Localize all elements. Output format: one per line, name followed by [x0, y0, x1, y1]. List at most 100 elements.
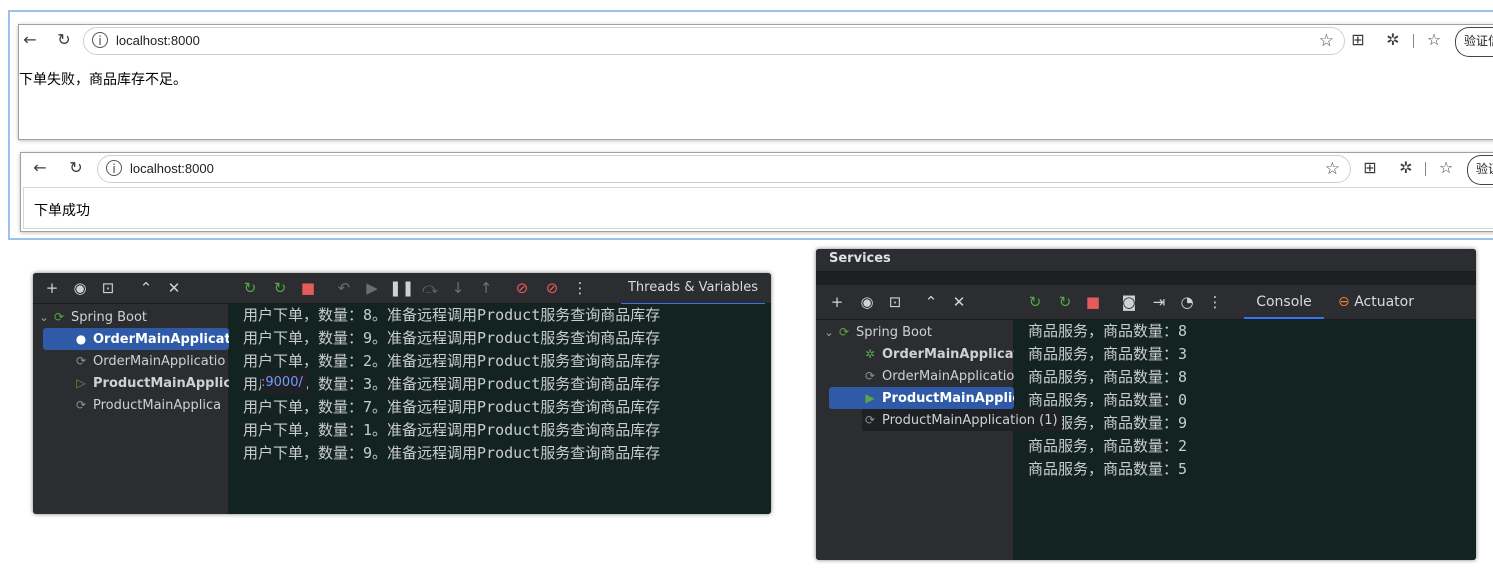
- favorites-icon[interactable]: ☆: [1435, 157, 1457, 179]
- step-over-icon[interactable]: ⤼: [419, 277, 441, 299]
- console-line: 用户下单，数量：7。准备远程调用Product服务查询商品库存: [243, 398, 661, 416]
- eye-icon[interactable]: ◉: [856, 291, 878, 313]
- spring-app-icon: ⟳: [864, 369, 876, 383]
- order-success-message: 下单成功: [34, 203, 90, 219]
- tree-item-spring-boot[interactable]: ⌄ ⟳ Spring Boot: [37, 306, 147, 328]
- step-into-icon[interactable]: ↓: [447, 277, 469, 299]
- run-icon: ▶: [865, 391, 875, 405]
- order-console-output: 用户下单，数量：8。准备远程调用Product服务查询商品库存 用户下单，数量：…: [229, 304, 771, 514]
- tree-item-spring-boot[interactable]: ⌄ ⟳ Spring Boot: [822, 321, 932, 343]
- more-options-icon[interactable]: ⋮: [569, 277, 591, 299]
- page-content: 下单成功: [23, 187, 1493, 229]
- extensions-icon[interactable]: ✲: [1382, 29, 1404, 51]
- add-icon[interactable]: +: [826, 291, 848, 313]
- browser-window-1: ← ↻ i localhost:8000 ☆ ⊞ ✲ ☆ 验证信 下单失败，商品…: [18, 24, 1493, 140]
- panel-title: Services: [829, 251, 891, 266]
- console-line: 商品服务，商品数量：8: [1028, 368, 1188, 386]
- add-icon[interactable]: +: [41, 277, 63, 299]
- spring-app-icon: ⟳: [75, 398, 87, 412]
- breakpoints-icon[interactable]: ⊘: [511, 277, 533, 299]
- mute-breakpoints-icon[interactable]: ⊘: [541, 277, 563, 299]
- rerun-failed-icon[interactable]: ↻: [1054, 291, 1076, 313]
- translate-icon[interactable]: ⊞: [1347, 29, 1369, 51]
- tree-item-order-main-2[interactable]: ⟳ OrderMainApplicatio: [862, 365, 1014, 387]
- console-line: 用户下单，数量：2。准备远程调用Product服务查询商品库存: [243, 352, 661, 370]
- url-text: localhost:8000: [116, 33, 200, 48]
- port-hint[interactable]: :9000/: [261, 372, 307, 394]
- verify-button[interactable]: 验证: [1467, 155, 1493, 185]
- spring-app-icon: ⟳: [864, 413, 876, 427]
- site-info-icon[interactable]: i: [92, 32, 108, 48]
- url-text: localhost:8000: [130, 161, 214, 176]
- exit-icon[interactable]: ⇥: [1148, 291, 1170, 313]
- address-bar[interactable]: i localhost:8000 ☆: [83, 27, 1345, 55]
- verify-button[interactable]: 验证信: [1455, 27, 1493, 57]
- collapse-all-icon[interactable]: ✕: [948, 291, 970, 313]
- eye-icon[interactable]: ◉: [69, 277, 91, 299]
- bookmark-star-icon[interactable]: ☆: [1325, 158, 1340, 180]
- reload-icon[interactable]: ↻: [53, 29, 75, 51]
- services-toolbar: + ◉ ⊡ ⌃ ✕ ↻ ↻ ■ ◙ ⇥ ◔ ⋮ Console ⊖ Actuat…: [816, 285, 1476, 320]
- pause-icon[interactable]: ❚❚: [389, 277, 414, 299]
- console-line: 商品服务，商品数量：2: [1028, 437, 1188, 455]
- tab-threads-variables[interactable]: Threads & Variables: [621, 273, 765, 305]
- rerun-icon[interactable]: ↻: [239, 277, 261, 299]
- tree-item-product-main-1[interactable]: ▶ ProductMainApplica: [829, 387, 1029, 409]
- step-out-icon[interactable]: ↑: [475, 277, 497, 299]
- expand-all-icon[interactable]: ⌃: [920, 291, 942, 313]
- tree-item-product-main-2[interactable]: ⟳ ProductMainApplication (1): [862, 409, 1062, 431]
- browser-toolbar: ← ↻ i localhost:8000 ☆ ⊞ ✲ ☆ 验证: [21, 153, 1493, 185]
- tab-console[interactable]: Console: [1244, 287, 1324, 319]
- console-line: 商品服务，商品数量：3: [1028, 345, 1188, 363]
- gauge-icon[interactable]: ◔: [1176, 291, 1198, 313]
- address-bar[interactable]: i localhost:8000 ☆: [97, 155, 1351, 183]
- undo-icon[interactable]: ↶: [333, 277, 355, 299]
- order-failed-message: 下单失败，商品库存不足。: [19, 72, 187, 88]
- favorites-icon[interactable]: ☆: [1423, 29, 1445, 51]
- resume-icon[interactable]: ▶: [361, 277, 383, 299]
- spring-app-icon: ⟳: [75, 354, 87, 368]
- bookmark-star-icon[interactable]: ☆: [1319, 30, 1334, 52]
- debug-bug-icon: ●: [75, 332, 87, 346]
- back-arrow-icon[interactable]: ←: [29, 157, 51, 179]
- actuator-icon: ⊖: [1338, 294, 1350, 310]
- collapse-all-icon[interactable]: ✕: [163, 277, 185, 299]
- services-title-bar: Services: [816, 249, 1476, 272]
- extensions-icon[interactable]: ✲: [1395, 157, 1417, 179]
- console-line: 用户下单，数量：9。准备远程调用Product服务查询商品库存: [243, 329, 661, 347]
- toolbar-divider: [1425, 162, 1426, 176]
- services-tree: ⌄ ⟳ Spring Boot ✲ OrderMainApplicati ⟳ Order…: [816, 320, 1029, 560]
- chevron-down-icon: ⌄: [824, 326, 834, 339]
- rerun-icon[interactable]: ↻: [1024, 291, 1046, 313]
- chevron-down-icon: ⌄: [39, 311, 49, 324]
- services-panel-product: Services + ◉ ⊡ ⌃ ✕ ↻ ↻ ■ ◙ ⇥ ◔ ⋮ Console…: [816, 249, 1476, 560]
- services-tree: ⌄ ⟳ Spring Boot ● OrderMainApplicati ⟳ Order…: [33, 304, 269, 514]
- tree-item-order-main-2[interactable]: ⟳ OrderMainApplicatio: [73, 350, 225, 372]
- reload-icon[interactable]: ↻: [65, 157, 87, 179]
- product-console-output: 商品服务，商品数量：8 商品服务，商品数量：3 商品服务，商品数量：8 商品服务…: [1014, 320, 1476, 560]
- camera-icon[interactable]: ◙: [1118, 291, 1140, 313]
- more-options-icon[interactable]: ⋮: [1204, 291, 1226, 313]
- tree-item-order-main-1[interactable]: ● OrderMainApplicati: [43, 328, 235, 350]
- new-tab-icon[interactable]: ⊡: [884, 291, 906, 313]
- tree-item-product-main-2[interactable]: ⟳ ProductMainApplica: [73, 394, 221, 416]
- debug-bug-icon: ✲: [864, 347, 876, 361]
- back-arrow-icon[interactable]: ←: [19, 29, 41, 51]
- stop-icon[interactable]: ■: [1082, 291, 1104, 313]
- browser-toolbar: ← ↻ i localhost:8000 ☆ ⊞ ✲ ☆ 验证信: [19, 25, 1493, 57]
- translate-icon[interactable]: ⊞: [1359, 157, 1381, 179]
- debug-panel-order: + ◉ ⊡ ⌃ ✕ ↻ ↻ ■ ↶ ▶ ❚❚ ⤼ ↓ ↑ ⊘ ⊘ ⋮ Threa…: [33, 273, 771, 514]
- console-line: 用户下单，数量：8。准备远程调用Product服务查询商品库存: [243, 306, 661, 324]
- stop-icon[interactable]: ■: [297, 277, 319, 299]
- site-info-icon[interactable]: i: [106, 160, 122, 176]
- tree-item-order-main-1[interactable]: ✲ OrderMainApplicati: [862, 343, 1024, 365]
- expand-all-icon[interactable]: ⌃: [135, 277, 157, 299]
- console-line: 用户下单，数量：1。准备远程调用Product服务查询商品库存: [243, 421, 661, 439]
- console-line: 商品服务，商品数量：5: [1028, 460, 1188, 478]
- debug-toolbar: + ◉ ⊡ ⌃ ✕ ↻ ↻ ■ ↶ ▶ ❚❚ ⤼ ↓ ↑ ⊘ ⊘ ⋮ Threa…: [33, 273, 771, 305]
- new-tab-icon[interactable]: ⊡: [97, 277, 119, 299]
- rerun-failed-icon[interactable]: ↻: [269, 277, 291, 299]
- console-line: 商品服务，商品数量：8: [1028, 322, 1188, 340]
- tab-actuator[interactable]: ⊖ Actuator: [1338, 287, 1414, 317]
- spring-boot-icon: ⟳: [838, 325, 850, 339]
